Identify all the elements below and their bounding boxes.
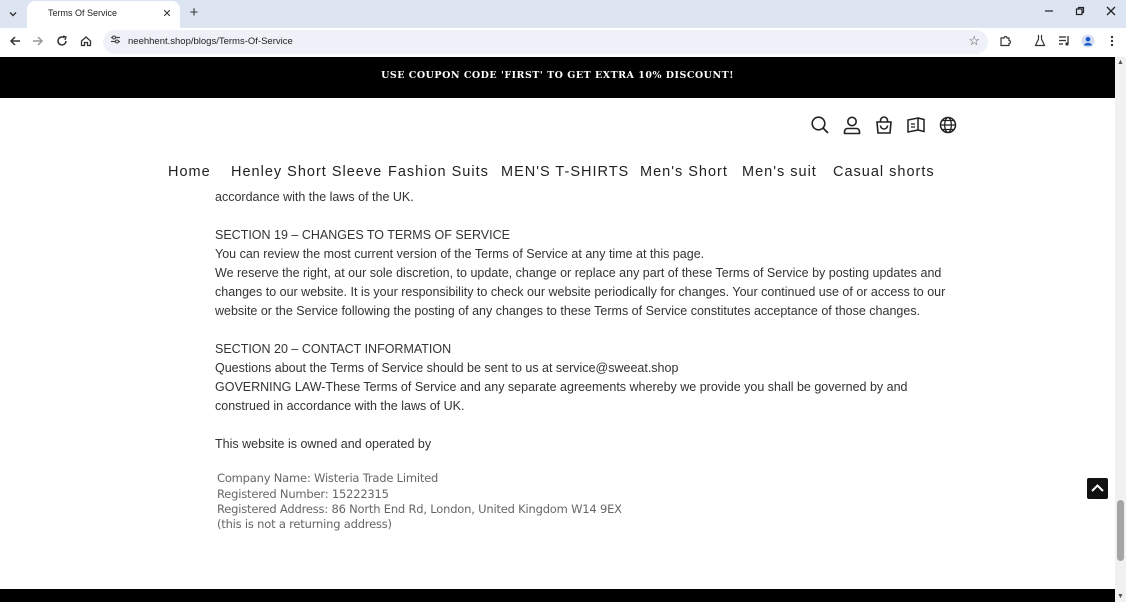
paragraph-line: website or the Service following the pos…: [215, 304, 921, 318]
forward-icon[interactable]: [29, 34, 47, 52]
web-page: USE COUPON CODE 'FIRST' TO GET EXTRA 10%…: [0, 57, 1115, 602]
minimize-icon[interactable]: [1039, 5, 1059, 21]
company-name: Company Name: Wisteria Trade Limited: [217, 471, 439, 485]
page-scrollbar[interactable]: ▲ ▼: [1115, 57, 1126, 602]
nav-item-home[interactable]: Home: [168, 164, 211, 180]
catalog-icon[interactable]: [906, 115, 926, 135]
owner-line: This website is owned and operated by: [215, 437, 432, 451]
nav-item-mens-tshirts[interactable]: MEN'S T-SHIRTS: [501, 164, 629, 180]
address-bar[interactable]: neehhent.shop/blogs/Terms-Of-Service ☆: [103, 30, 988, 54]
account-icon[interactable]: [842, 115, 862, 135]
bookmark-star-icon[interactable]: ☆: [968, 33, 980, 49]
announcement-bar: USE COUPON CODE 'FIRST' TO GET EXTRA 10%…: [0, 57, 1115, 98]
chevron-up-icon: [1091, 484, 1104, 492]
profile-icon[interactable]: [1079, 34, 1097, 52]
plus-icon[interactable]: +: [186, 5, 202, 21]
scrollbar-thumb[interactable]: [1117, 500, 1124, 561]
paragraph-line: accordance with the laws of the UK.: [215, 190, 414, 204]
restore-icon[interactable]: [1070, 5, 1090, 21]
active-tab[interactable]: Terms Of Service ✕: [27, 1, 180, 28]
header-icons: [0, 115, 1115, 135]
browser-toolbar: neehhent.shop/blogs/Terms-Of-Service ☆: [0, 28, 1126, 57]
main-navigation: Home Henley Short Sleeve Fashion Suits M…: [0, 164, 1115, 184]
nav-item-mens-suit[interactable]: Men's suit: [742, 164, 817, 180]
cart-icon[interactable]: [874, 115, 894, 135]
nav-item-fashion-suits[interactable]: Fashion Suits: [388, 164, 489, 180]
paragraph-line: We reserve the right, at our sole discre…: [215, 266, 942, 280]
nav-item-henley-short-sleeve[interactable]: Henley Short Sleeve: [231, 164, 382, 180]
governing-law-line: GOVERNING LAW-These Terms of Service and…: [215, 380, 908, 394]
back-icon[interactable]: [6, 34, 24, 52]
close-window-icon[interactable]: [1101, 5, 1121, 21]
reload-icon[interactable]: [53, 34, 71, 52]
nav-item-casual-shorts[interactable]: Casual shorts: [833, 164, 935, 180]
section-19-heading: SECTION 19 – CHANGES TO TERMS OF SERVICE: [215, 228, 510, 242]
scroll-up-arrow-icon[interactable]: ▲: [1116, 58, 1125, 67]
section-20-heading: SECTION 20 – CONTACT INFORMATION: [215, 342, 452, 356]
paragraph-line: changes to our website. It is your respo…: [215, 285, 946, 299]
footer: [0, 589, 1115, 602]
nav-item-mens-short[interactable]: Men's Short: [640, 164, 728, 180]
home-icon[interactable]: [77, 34, 95, 52]
address-note: (this is not a returning address): [217, 517, 392, 531]
paragraph-line: construed in accordance with the laws of…: [215, 399, 465, 413]
globe-icon[interactable]: [938, 115, 958, 135]
contact-line: Questions about the Terms of Service sho…: [215, 361, 679, 375]
close-icon[interactable]: ✕: [160, 7, 174, 21]
tab-search-icon[interactable]: [4, 5, 22, 23]
search-icon[interactable]: [810, 115, 830, 135]
back-to-top-button[interactable]: [1087, 478, 1108, 499]
extensions-icon[interactable]: [996, 34, 1014, 52]
labs-icon[interactable]: [1031, 34, 1049, 52]
paragraph-line: You can review the most current version …: [215, 247, 705, 261]
registered-address: Registered Address: 86 North End Rd, Lon…: [217, 502, 622, 516]
site-info-icon[interactable]: [110, 34, 124, 50]
tab-title: Terms Of Service: [48, 8, 118, 18]
media-icon[interactable]: [1055, 34, 1073, 52]
registered-number: Registered Number: 15222315: [217, 487, 389, 501]
scroll-down-arrow-icon[interactable]: ▼: [1116, 592, 1125, 601]
menu-icon[interactable]: [1103, 34, 1121, 52]
url-text[interactable]: neehhent.shop/blogs/Terms-Of-Service: [128, 36, 293, 47]
tab-strip: Terms Of Service ✕ +: [0, 0, 1126, 28]
